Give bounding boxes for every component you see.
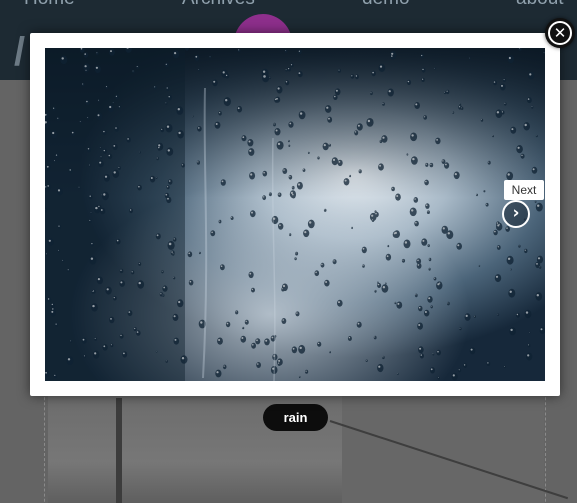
site-logo[interactable]: /	[14, 30, 25, 75]
photo-pole-detail	[116, 398, 122, 503]
chevron-right-icon: ›	[512, 203, 520, 223]
next-tooltip: Next	[504, 180, 544, 200]
nav-archives-link[interactable]: Archives	[182, 0, 255, 10]
next-button[interactable]: ›	[502, 200, 530, 228]
tag-badge[interactable]: rain	[263, 404, 328, 431]
close-icon: ✕	[553, 24, 567, 42]
close-button[interactable]: ✕	[545, 18, 575, 48]
rain-window-photo-icon	[45, 48, 545, 381]
post-side-panel	[342, 396, 544, 503]
lightbox-modal	[30, 33, 560, 396]
nav-about-link[interactable]: about	[516, 0, 564, 10]
nav-demo-link[interactable]: demo	[362, 0, 410, 10]
lightbox-image[interactable]	[45, 48, 545, 381]
nav-home-link[interactable]: Home	[24, 0, 75, 10]
